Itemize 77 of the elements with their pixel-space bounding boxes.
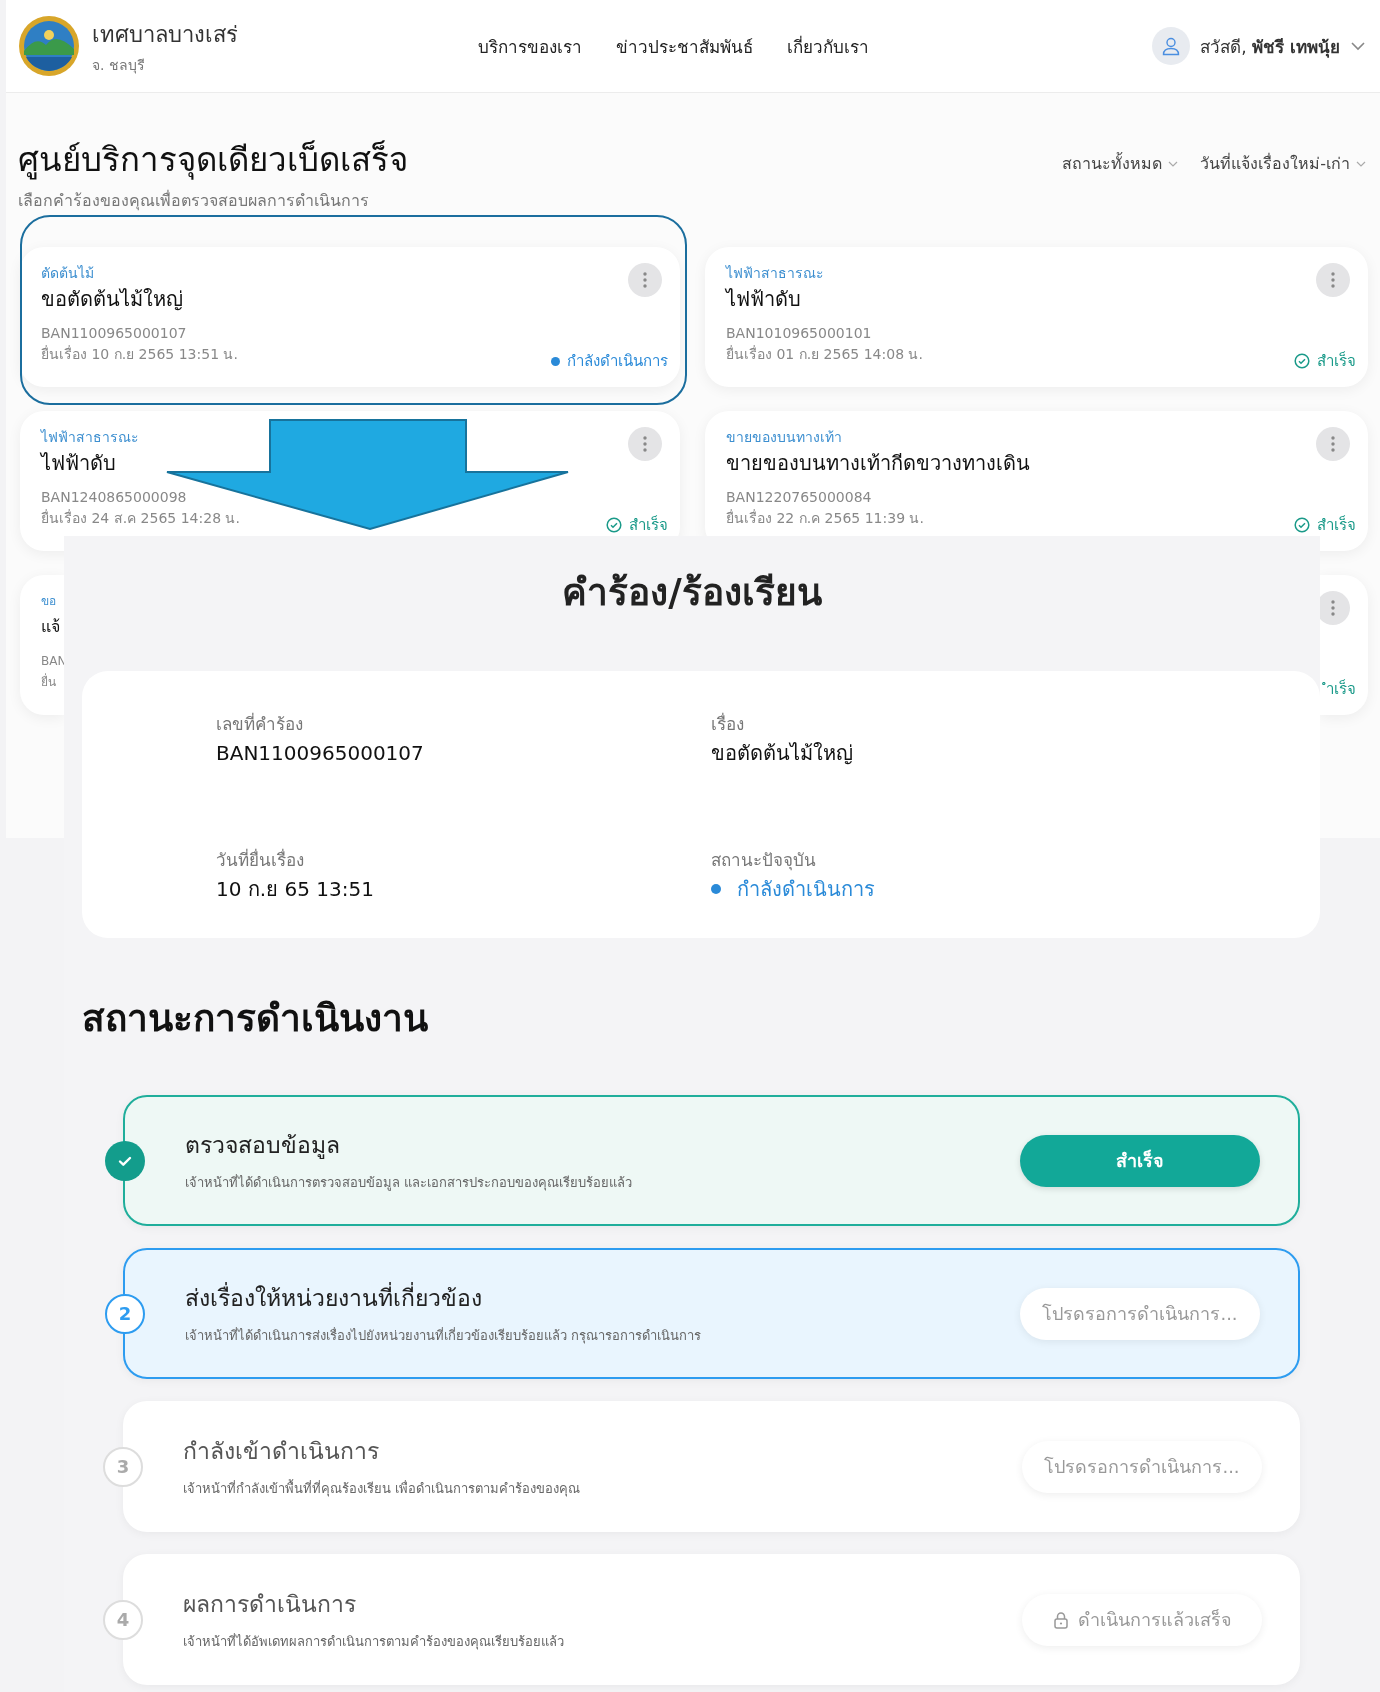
more-menu-button[interactable]	[1316, 263, 1350, 297]
step-number: 2	[105, 1293, 145, 1334]
step-description: เจ้าหน้าที่ได้ดำเนินการตรวจสอบข้อมูล และเอกสารประกอบของคุณเรียบร้อยแล้ว	[185, 1173, 634, 1193]
card-title: ไฟฟ้าดับ	[726, 286, 801, 313]
field-label: เรื่อง	[711, 711, 745, 736]
org-province: จ. ชลบุรี	[92, 55, 146, 76]
step-number: 3	[103, 1446, 143, 1487]
step-title: ผลการดำเนินการ	[183, 1590, 357, 1619]
step-title: ส่งเรื่องให้หน่วยงานที่เกี่ยวข้อง	[185, 1281, 1020, 1315]
check-circle-icon	[1294, 353, 1310, 369]
field-label: เลขที่คำร้อง	[216, 711, 304, 736]
chevron-down-icon[interactable]	[1350, 41, 1366, 51]
step-title: ตรวจสอบข้อมูล	[185, 1131, 341, 1161]
status-label: กำลังดำเนินการ	[551, 349, 668, 373]
card-category: ไฟฟ้าสาธารณะ	[726, 264, 824, 283]
progress-title: สถานะการดำเนินงาน	[82, 996, 429, 1042]
nav-link[interactable]: บริการของเรา	[478, 32, 582, 60]
request-id: BAN1010965000101	[726, 324, 872, 343]
filter-dropdown[interactable]: วันที่แจ้งเรื่องใหม่-เก่า	[1200, 151, 1366, 176]
more-menu-button[interactable]	[1316, 427, 1350, 461]
request-card[interactable]: ำเร็จ	[1320, 575, 1368, 715]
request-card[interactable]: ขายของบนทางเท้า ขายของบนทางเท้ากีดขวางทางเดิน BAN1220765000084 ยื่นเรื่อง 22 ก.ค 2565 11:39 น. สำเร็จ	[705, 411, 1368, 551]
chevron-down-icon	[1356, 160, 1366, 167]
request-id: BAN1100965000107	[41, 324, 187, 343]
card-category: ตัดต้นไม้	[41, 264, 94, 283]
step-number: 4	[103, 1599, 143, 1640]
step-description: เจ้าหน้าที่ได้ดำเนินการส่งเรื่องไปยังหน่วยงานที่เกี่ยวข้องเรียบร้อยแล้ว กรุณารอการดำเนินการ	[185, 1326, 703, 1346]
emblem-icon	[18, 15, 80, 77]
status-value: กำลังดำเนินการ	[711, 872, 1320, 905]
more-menu-button[interactable]	[628, 427, 662, 461]
submit-date: ยื่นเรื่อง 24 ส.ค 2565 14:28 น.	[41, 508, 240, 528]
field-label: วันที่ยื่นเรื่อง	[216, 847, 305, 872]
page-subtitle: เลือกคำร้องของคุณเพื่อตรวจสอบผลการดำเนินการ	[18, 189, 370, 213]
step-description: เจ้าหน้าที่ได้อัพเดทผลการดำเนินการตามคำร้องของคุณเรียบร้อยแล้ว	[183, 1632, 565, 1652]
field-value: BAN1100965000107	[216, 740, 425, 767]
card-title: แจ้	[41, 616, 60, 638]
filter-dropdown[interactable]: สถานะทั้งหมด	[1062, 151, 1179, 176]
card-category: ขอ	[41, 593, 56, 610]
nav-link[interactable]: เกี่ยวกับเรา	[787, 32, 869, 60]
check-circle-icon	[1294, 517, 1310, 533]
chevron-down-icon	[1168, 160, 1179, 167]
field-value: ขอตัดต้นไม้ใหญ่	[711, 740, 854, 767]
card-title: ขายของบนทางเท้ากีดขวางทางเดิน	[726, 450, 1030, 477]
card-title: ขอตัดต้นไม้ใหญ่	[41, 286, 183, 313]
avatar[interactable]	[1152, 27, 1191, 65]
request-id: BAN1240865000098	[41, 488, 187, 507]
submit-date: ยื่น	[41, 672, 56, 691]
nav-link[interactable]: ข่าวประชาสัมพันธ์	[616, 32, 753, 60]
submit-date: ยื่นเรื่อง 10 ก.ย 2565 13:51 น.	[41, 344, 238, 364]
lock-icon	[1052, 1610, 1070, 1629]
check-circle-icon	[606, 517, 622, 533]
card-category: ไฟฟ้าสาธารณะ	[41, 428, 139, 447]
request-id: BAN1220765000084	[726, 488, 872, 507]
card-category: ขายของบนทางเท้า	[726, 428, 842, 447]
more-icon	[1331, 436, 1335, 452]
more-icon	[1331, 600, 1335, 616]
status-label: สำเร็จ	[1294, 513, 1356, 537]
more-icon	[643, 436, 647, 452]
submit-date: ยื่นเรื่อง 01 ก.ย 2565 14:08 น.	[726, 344, 923, 364]
detail-title: คำร้อง/ร้องเรียน	[561, 570, 823, 616]
user-greeting: สวัสดี, พัชรี เทพนุ้ย	[1200, 35, 1340, 60]
request-card[interactable]: ตัดต้นไม้ ขอตัดต้นไม้ใหญ่ BAN1100965000107 ยื่นเรื่อง 10 ก.ย 2565 13:51 น. กำลังดำเนินการ	[20, 247, 680, 387]
request-card[interactable]: ไฟฟ้าสาธารณะ ไฟฟ้าดับ BAN1010965000101 ยื่นเรื่อง 01 ก.ย 2565 14:08 น. สำเร็จ	[705, 247, 1368, 387]
user-icon	[1161, 36, 1182, 56]
status-label: สำเร็จ	[606, 513, 668, 537]
card-title: ไฟฟ้าดับ	[41, 450, 116, 477]
field-value: 10 ก.ย 65 13:51	[216, 875, 375, 903]
more-icon	[1331, 272, 1335, 288]
more-icon	[643, 272, 647, 288]
submit-date: ยื่นเรื่อง 22 ก.ค 2565 11:39 น.	[726, 508, 924, 528]
status-label: สำเร็จ	[1294, 349, 1356, 373]
more-menu-button[interactable]	[628, 263, 662, 297]
page-title: ศูนย์บริการจุดเดียวเบ็ดเสร็จ	[18, 139, 408, 182]
step-description: เจ้าหน้าที่กำลังเข้าพื้นที่ที่คุณร้องเรียน เพื่อดำเนินการตามคำร้องของคุณ	[183, 1478, 582, 1499]
step-title: กำลังเข้าดำเนินการ	[183, 1437, 380, 1466]
org-name: เทศบาลบางเสร่	[92, 20, 238, 49]
field-label: สถานะปัจจุบัน	[711, 848, 817, 873]
